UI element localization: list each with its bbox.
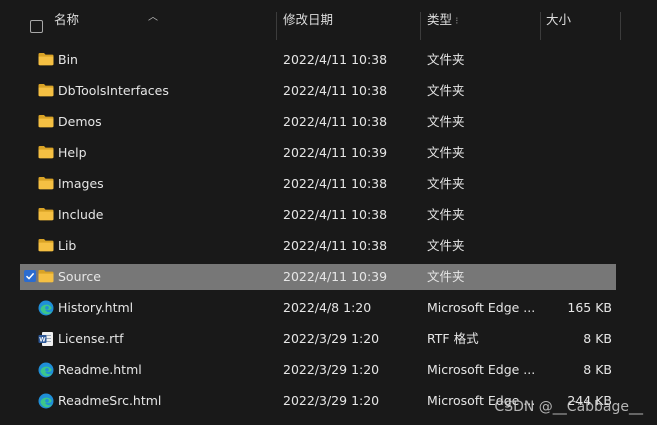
folder-icon bbox=[38, 238, 54, 252]
file-name: Source bbox=[58, 269, 101, 284]
file-name: License.rtf bbox=[58, 331, 124, 346]
file-type: Microsoft Edge ... bbox=[427, 300, 536, 315]
file-name: Help bbox=[58, 145, 87, 160]
column-divider[interactable] bbox=[276, 12, 277, 40]
file-name: History.html bbox=[58, 300, 134, 315]
folder-icon bbox=[38, 207, 54, 221]
folder-icon bbox=[38, 114, 54, 128]
file-name: ReadmeSrc.html bbox=[58, 393, 162, 408]
file-modified-date: 2022/3/29 1:20 bbox=[283, 331, 380, 346]
file-type: Microsoft Edge ... bbox=[427, 362, 536, 377]
file-name: Images bbox=[58, 176, 104, 191]
file-size: 165 KB bbox=[567, 300, 612, 315]
file-row[interactable]: DbToolsInterfaces 2022/4/11 10:38 文件夹 bbox=[20, 78, 616, 104]
file-modified-date: 2022/4/11 10:39 bbox=[283, 269, 388, 284]
column-type-header[interactable]: 类型 ⁝ bbox=[427, 11, 458, 29]
file-type: RTF 格式 bbox=[427, 331, 479, 346]
folder-icon bbox=[38, 145, 54, 159]
file-type: 文件夹 bbox=[427, 114, 465, 129]
column-name-header[interactable]: 名称 bbox=[54, 11, 79, 29]
file-name: Include bbox=[58, 207, 104, 222]
svg-text:W: W bbox=[39, 337, 46, 344]
word-doc-icon: W bbox=[38, 331, 54, 346]
file-row[interactable]: W License.rtf 2022/3/29 1:20 RTF 格式 8 KB bbox=[20, 326, 616, 352]
file-row[interactable]: History.html 2022/4/8 1:20 Microsoft Edge … bbox=[20, 295, 616, 321]
folder-icon bbox=[38, 269, 54, 283]
file-row[interactable]: Readme.html 2022/3/29 1:20 Microsoft Edge … bbox=[20, 357, 616, 383]
file-type: 文件夹 bbox=[427, 145, 465, 160]
folder-icon bbox=[38, 83, 54, 97]
file-name: Demos bbox=[58, 114, 102, 129]
file-modified-date: 2022/4/11 10:38 bbox=[283, 207, 388, 222]
file-modified-date: 2022/4/11 10:38 bbox=[283, 114, 388, 129]
file-modified-date: 2022/4/8 1:20 bbox=[283, 300, 372, 315]
edge-icon bbox=[38, 300, 54, 316]
file-row[interactable]: Images 2022/4/11 10:38 文件夹 bbox=[20, 171, 616, 197]
file-type: 文件夹 bbox=[427, 269, 465, 284]
edge-icon bbox=[38, 362, 54, 378]
file-modified-date: 2022/4/11 10:38 bbox=[283, 176, 388, 191]
file-size: 8 KB bbox=[583, 362, 612, 377]
file-type: 文件夹 bbox=[427, 176, 465, 191]
file-name: DbToolsInterfaces bbox=[58, 83, 169, 98]
file-modified-date: 2022/4/11 10:38 bbox=[283, 83, 388, 98]
column-size-header[interactable]: 大小 bbox=[546, 11, 571, 29]
file-modified-date: 2022/3/29 1:20 bbox=[283, 393, 380, 408]
edge-icon bbox=[38, 393, 54, 409]
file-modified-date: 2022/4/11 10:39 bbox=[283, 145, 388, 160]
file-row[interactable]: Include 2022/4/11 10:38 文件夹 bbox=[20, 202, 616, 228]
column-date-header[interactable]: 修改日期 bbox=[283, 11, 333, 29]
file-row[interactable]: Demos 2022/4/11 10:38 文件夹 bbox=[20, 109, 616, 135]
file-name: Bin bbox=[58, 52, 78, 67]
file-modified-date: 2022/4/11 10:38 bbox=[283, 238, 388, 253]
file-row[interactable]: Lib 2022/4/11 10:38 文件夹 bbox=[20, 233, 616, 259]
column-divider[interactable] bbox=[620, 12, 621, 40]
folder-icon bbox=[38, 52, 54, 66]
file-modified-date: 2022/4/11 10:38 bbox=[283, 52, 388, 67]
file-modified-date: 2022/3/29 1:20 bbox=[283, 362, 380, 377]
column-divider[interactable] bbox=[420, 12, 421, 40]
folder-icon bbox=[38, 176, 54, 190]
file-row[interactable]: Help 2022/4/11 10:39 文件夹 bbox=[20, 140, 616, 166]
watermark: CSDN @__Cabbage__ bbox=[494, 399, 643, 415]
file-type: 文件夹 bbox=[427, 207, 465, 222]
file-name: Readme.html bbox=[58, 362, 142, 377]
file-size: 8 KB bbox=[583, 331, 612, 346]
file-type: 文件夹 bbox=[427, 83, 465, 98]
file-type: 文件夹 bbox=[427, 52, 465, 67]
column-header: 名称 ︿ 修改日期 类型 ⁝ 大小 bbox=[0, 0, 657, 40]
file-row[interactable]: Bin 2022/4/11 10:38 文件夹 bbox=[20, 47, 616, 73]
sort-ascending-icon: ︿ bbox=[148, 12, 158, 23]
column-divider[interactable] bbox=[540, 12, 541, 40]
file-type: 文件夹 bbox=[427, 238, 465, 253]
row-checkbox-checked[interactable] bbox=[24, 270, 36, 282]
file-row[interactable]: Source 2022/4/11 10:39 文件夹 bbox=[20, 264, 616, 290]
file-name: Lib bbox=[58, 238, 77, 253]
select-all-checkbox[interactable] bbox=[30, 20, 43, 33]
